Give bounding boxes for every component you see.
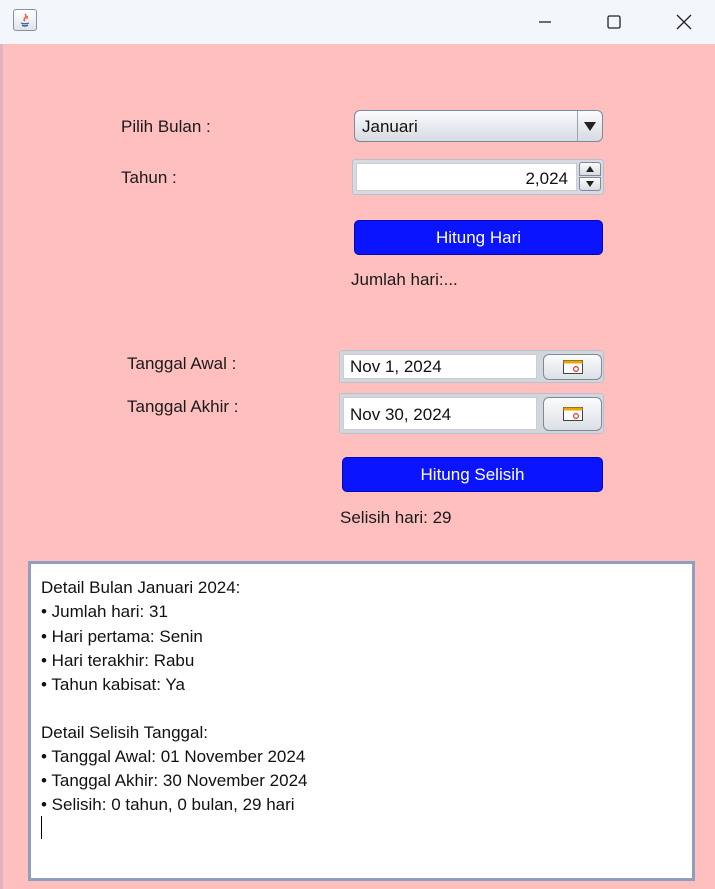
hitung-selisih-button[interactable]: Hitung Selisih [342, 457, 603, 492]
bulan-selected-value: Januari [362, 117, 418, 136]
caret-up-icon [586, 166, 594, 172]
output-line: • Tanggal Akhir: 30 November 2024 [41, 771, 308, 790]
spinner-down-button[interactable] [579, 177, 601, 191]
output-line: • Hari pertama: Senin [41, 627, 203, 646]
output-line: • Tanggal Awal: 01 November 2024 [41, 747, 306, 766]
tahun-input[interactable]: 2,024 [356, 163, 577, 191]
title-bar [0, 0, 715, 44]
tanggal-akhir-calendar-button[interactable] [543, 397, 602, 431]
spinner-up-button[interactable] [579, 162, 601, 176]
tahun-value: 2,024 [525, 169, 568, 188]
output-line: • Hari terakhir: Rabu [41, 651, 195, 670]
output-line: Detail Bulan Januari 2024: [41, 578, 241, 597]
tanggal-awal-picker: Nov 1, 2024 [339, 350, 604, 383]
tahun-spinner: 2,024 [352, 159, 604, 195]
output-line: • Jumlah hari: 31 [41, 602, 168, 621]
maximize-icon [607, 15, 621, 29]
tanggal-akhir-label: Tanggal Akhir : [127, 397, 239, 416]
output-line: • Tahun kabisat: Ya [41, 675, 185, 694]
tanggal-awal-label: Tanggal Awal : [127, 354, 237, 373]
detail-textarea[interactable]: Detail Bulan Januari 2024: • Jumlah hari… [28, 561, 695, 881]
tanggal-awal-value: Nov 1, 2024 [350, 357, 442, 376]
tahun-label: Tahun : [121, 168, 177, 187]
selisih-hari-result: Selisih hari: 29 [340, 508, 452, 527]
tanggal-akhir-value: Nov 30, 2024 [350, 405, 452, 424]
close-icon [676, 14, 692, 30]
output-line: • Selisih: 0 tahun, 0 bulan, 29 hari [41, 795, 295, 814]
text-caret [41, 816, 42, 839]
tanggal-awal-input[interactable]: Nov 1, 2024 [343, 354, 537, 379]
bulan-combobox[interactable]: Januari [354, 110, 603, 142]
jumlah-hari-result: Jumlah hari:... [351, 270, 458, 289]
tanggal-akhir-picker: Nov 30, 2024 [339, 393, 604, 434]
tanggal-awal-calendar-button[interactable] [543, 354, 602, 380]
minimize-icon [539, 21, 551, 23]
bulan-label: Pilih Bulan : [121, 117, 211, 136]
maximize-button[interactable] [591, 0, 637, 44]
java-icon[interactable] [13, 9, 37, 31]
caret-down-icon [586, 181, 594, 187]
output-line: Detail Selisih Tanggal: [41, 723, 208, 742]
calendar-icon [562, 360, 583, 374]
window-edge [0, 44, 3, 889]
tanggal-akhir-input[interactable]: Nov 30, 2024 [343, 397, 537, 430]
chevron-down-icon[interactable] [577, 111, 602, 141]
calendar-icon [562, 407, 583, 421]
hitung-hari-button[interactable]: Hitung Hari [354, 220, 603, 255]
minimize-button[interactable] [522, 0, 568, 44]
close-button[interactable] [661, 0, 707, 44]
